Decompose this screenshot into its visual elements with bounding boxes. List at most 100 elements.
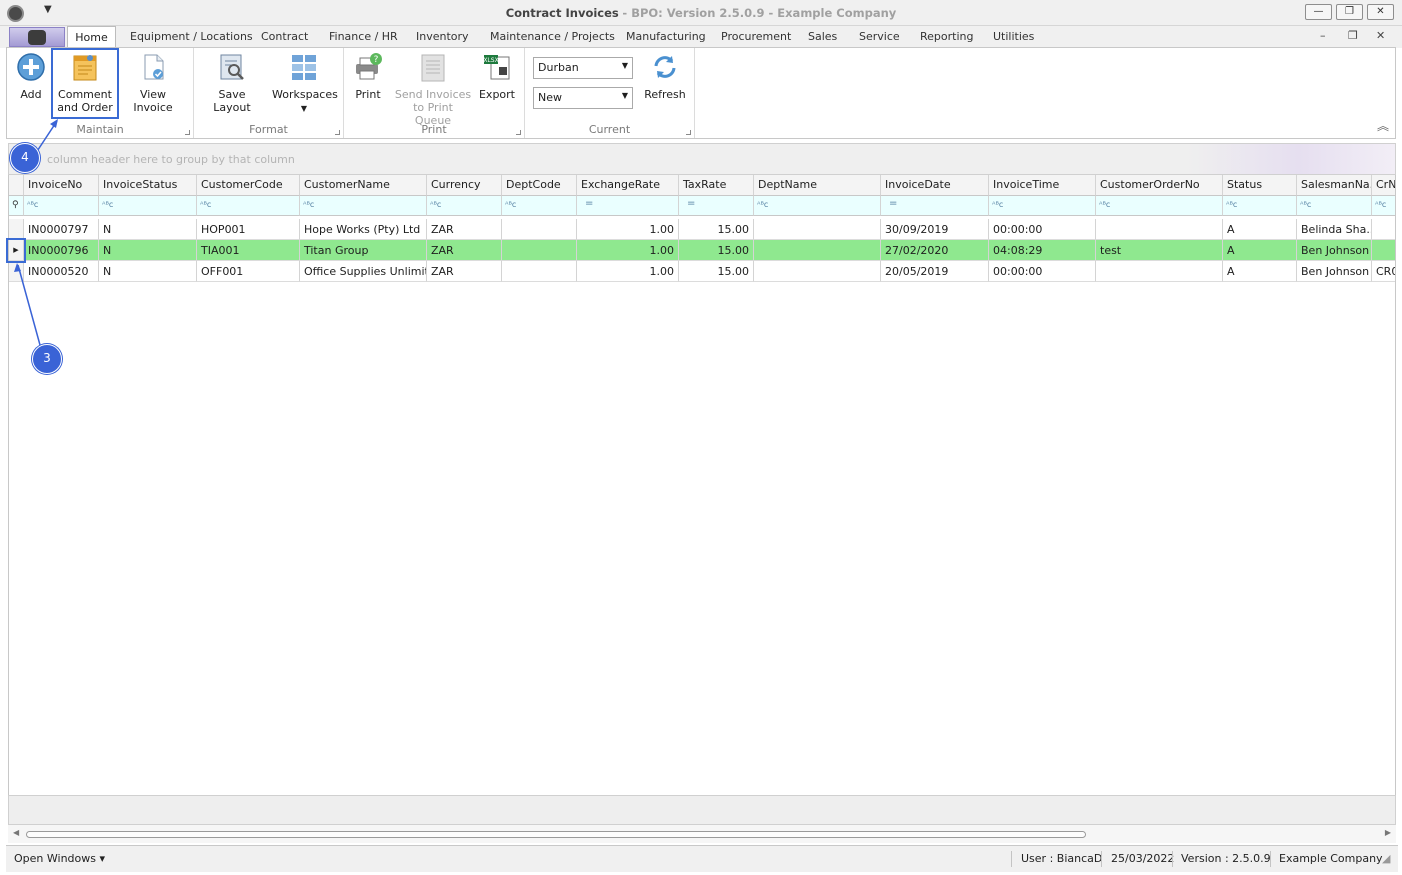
filter-cell[interactable]: ᴬᴮc [754, 196, 881, 216]
current-launcher-icon[interactable] [686, 130, 691, 135]
filter-cell[interactable]: = [577, 196, 679, 216]
table-cell[interactable]: OFF001 [197, 261, 300, 282]
table-cell[interactable]: 1.00 [577, 261, 679, 282]
column-header[interactable]: TaxRate [679, 175, 754, 196]
table-cell[interactable] [502, 219, 577, 240]
table-cell[interactable]: N [99, 261, 197, 282]
column-header[interactable]: InvoiceDate [881, 175, 989, 196]
table-cell[interactable]: A [1223, 240, 1297, 261]
tab-sales[interactable]: Sales [808, 30, 837, 43]
table-cell[interactable]: Belinda Sha... [1297, 219, 1372, 240]
column-header[interactable]: DeptName [754, 175, 881, 196]
table-cell[interactable] [754, 261, 881, 282]
status-select[interactable]: New ▼ [533, 87, 633, 109]
table-cell[interactable]: Office Supplies Unlimited [300, 261, 427, 282]
table-cell[interactable]: 00:00:00 [989, 261, 1096, 282]
table-cell[interactable] [1372, 240, 1395, 261]
column-header[interactable]: CustomerName [300, 175, 427, 196]
open-windows-menu[interactable]: Open Windows ▾ [14, 852, 105, 865]
print-button[interactable]: ? Print [350, 52, 386, 101]
column-header[interactable]: InvoiceTime [989, 175, 1096, 196]
filter-cell[interactable]: ᴬᴮc [197, 196, 300, 216]
table-cell[interactable] [502, 240, 577, 261]
column-header[interactable]: CustomerOrderNo [1096, 175, 1223, 196]
table-cell[interactable] [1096, 261, 1223, 282]
tab-home[interactable]: Home [67, 26, 116, 49]
table-cell[interactable] [1096, 219, 1223, 240]
table-cell[interactable] [754, 240, 881, 261]
table-cell[interactable]: N [99, 219, 197, 240]
table-cell[interactable] [754, 219, 881, 240]
table-cell[interactable]: 00:00:00 [989, 219, 1096, 240]
filter-cell[interactable]: ᴬᴮc [1372, 196, 1395, 216]
filter-cell[interactable]: ᴬᴮc [989, 196, 1096, 216]
export-button[interactable]: XLSX Export [478, 52, 516, 101]
filter-cell[interactable]: ᴬᴮc [1223, 196, 1297, 216]
table-cell[interactable] [1372, 219, 1395, 240]
filter-cell[interactable]: ᴬᴮc [300, 196, 427, 216]
table-cell[interactable]: TIA001 [197, 240, 300, 261]
save-layout-button[interactable]: Save Layout [200, 52, 264, 114]
add-button[interactable]: Add [13, 52, 49, 101]
tab-utilities[interactable]: Utilities [993, 30, 1034, 43]
table-cell[interactable]: 1.00 [577, 240, 679, 261]
table-cell[interactable]: 20/05/2019 [881, 261, 989, 282]
filter-cell[interactable]: = [679, 196, 754, 216]
mdi-minimize-icon[interactable]: – [1320, 29, 1326, 42]
column-header[interactable]: DeptCode [502, 175, 577, 196]
table-cell[interactable]: ZAR [427, 261, 502, 282]
maintain-launcher-icon[interactable] [185, 130, 190, 135]
site-select[interactable]: Durban ▼ [533, 57, 633, 79]
tab-finance-hr[interactable]: Finance / HR [329, 30, 398, 43]
resize-grip-icon[interactable]: ◢ [1382, 852, 1390, 865]
column-header[interactable]: Status [1223, 175, 1297, 196]
tab-contract[interactable]: Contract [261, 30, 308, 43]
send-invoices-to-print-queue-button[interactable]: Send Invoices to Print Queue [394, 52, 472, 127]
scroll-right-icon[interactable]: ▶ [1385, 828, 1391, 837]
column-header[interactable]: CustomerCode [197, 175, 300, 196]
filter-cell[interactable]: ᴬᴮc [24, 196, 99, 216]
table-cell[interactable]: 15.00 [679, 219, 754, 240]
column-header[interactable]: SalesmanNa... [1297, 175, 1372, 196]
mdi-restore-icon[interactable]: ❐ [1348, 29, 1358, 42]
table-cell[interactable]: IN0000797 [24, 219, 99, 240]
scroll-left-icon[interactable]: ◀ [13, 828, 19, 837]
filter-cell[interactable]: = [881, 196, 989, 216]
table-cell[interactable]: HOP001 [197, 219, 300, 240]
close-button[interactable]: ✕ [1367, 4, 1394, 20]
table-cell[interactable]: 04:08:29 [989, 240, 1096, 261]
table-cell[interactable]: IN0000796 [24, 240, 99, 261]
print-launcher-icon[interactable] [516, 130, 521, 135]
table-cell[interactable]: Titan Group [300, 240, 427, 261]
group-by-panel[interactable]: column header here to group by that colu… [8, 143, 1396, 175]
table-cell[interactable]: 27/02/2020 [881, 240, 989, 261]
table-cell[interactable]: A [1223, 219, 1297, 240]
table-cell[interactable]: CR0 [1372, 261, 1395, 282]
filter-cell[interactable]: ᴬᴮc [502, 196, 577, 216]
tab-inventory[interactable]: Inventory [416, 30, 469, 43]
table-cell[interactable]: 15.00 [679, 240, 754, 261]
table-cell[interactable]: Hope Works (Pty) Ltd [300, 219, 427, 240]
restore-button[interactable]: ❐ [1336, 4, 1363, 20]
filter-cell[interactable]: ᴬᴮc [1096, 196, 1223, 216]
table-cell[interactable]: ZAR [427, 219, 502, 240]
minimize-button[interactable]: — [1305, 4, 1332, 20]
format-launcher-icon[interactable] [335, 130, 340, 135]
column-header[interactable]: InvoiceStatus [99, 175, 197, 196]
table-cell[interactable]: test [1096, 240, 1223, 261]
collapse-ribbon-icon[interactable]: ︽ [1377, 117, 1389, 134]
filter-cell[interactable]: ᴬᴮc [1297, 196, 1372, 216]
mdi-close-icon[interactable]: ✕ [1376, 29, 1385, 42]
table-cell[interactable] [502, 261, 577, 282]
column-header[interactable]: CrNo [1372, 175, 1395, 196]
view-invoice-button[interactable]: View Invoice [121, 52, 185, 114]
filter-cell[interactable]: ᴬᴮc [99, 196, 197, 216]
table-cell[interactable]: IN0000520 [24, 261, 99, 282]
table-cell[interactable]: 30/09/2019 [881, 219, 989, 240]
workspaces-button[interactable]: Workspaces ▼ [272, 52, 338, 115]
scrollbar-thumb[interactable] [26, 831, 1086, 838]
table-cell[interactable]: 15.00 [679, 261, 754, 282]
table-cell[interactable]: Ben Johnson [1297, 240, 1372, 261]
table-cell[interactable]: A [1223, 261, 1297, 282]
tab-reporting[interactable]: Reporting [920, 30, 973, 43]
